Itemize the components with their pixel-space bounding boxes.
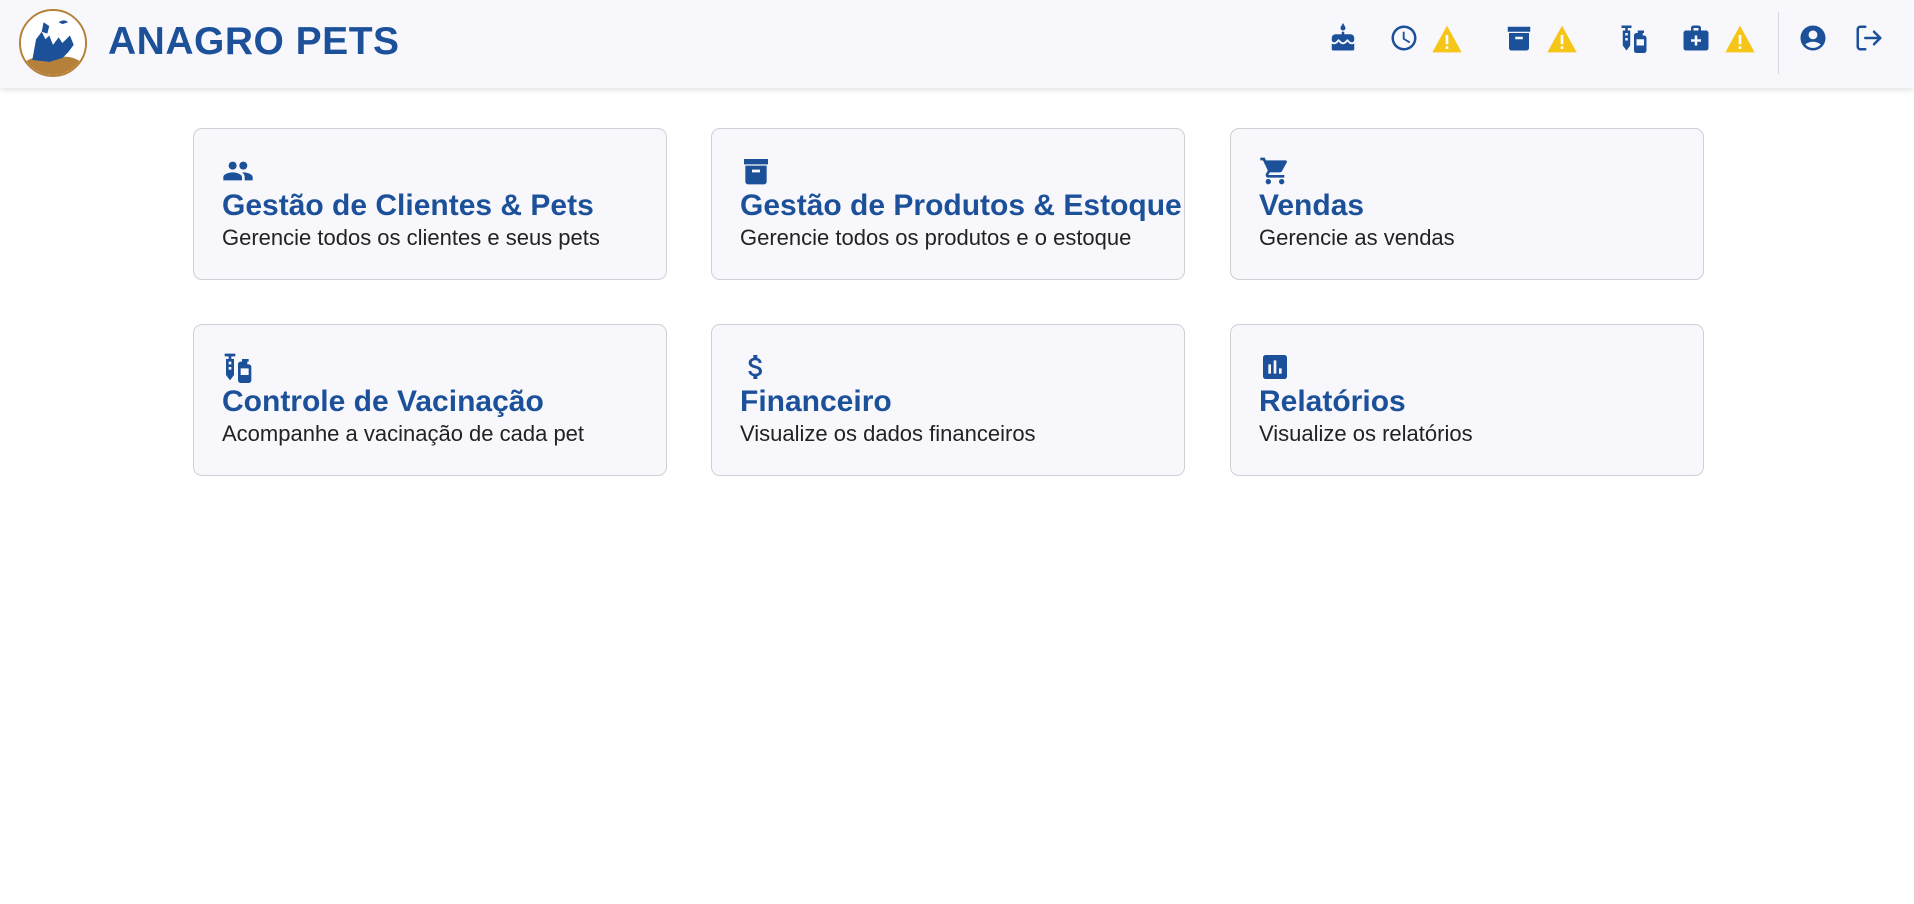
card-title: Gestão de Clientes & Pets — [222, 189, 594, 222]
card-vendas[interactable]: Vendas Gerencie as vendas — [1230, 128, 1704, 280]
medical-warning-icon[interactable] — [1724, 24, 1756, 54]
header-divider — [1778, 12, 1779, 74]
dollar-icon — [740, 351, 772, 383]
card-description: Gerencie todos os clientes e seus pets — [222, 225, 600, 250]
card-produtos-estoque[interactable]: Gestão de Produtos & Estoque Gerencie to… — [711, 128, 1185, 280]
archive-box-icon[interactable] — [1503, 22, 1535, 54]
card-description: Visualize os relatórios — [1259, 421, 1473, 446]
account-circle-icon[interactable] — [1797, 22, 1829, 54]
birthday-cake-icon[interactable] — [1327, 22, 1359, 54]
pets-logo-icon — [21, 11, 85, 75]
card-clientes-pets[interactable]: Gestão de Clientes & Pets Gerencie todos… — [193, 128, 667, 280]
bar-chart-icon — [1259, 351, 1291, 383]
card-title: Relatórios — [1259, 385, 1406, 418]
vaccine-icon[interactable] — [1618, 22, 1650, 54]
shopping-cart-icon — [1259, 155, 1291, 187]
vaccine-icon — [222, 351, 254, 383]
brand-logo[interactable] — [19, 9, 87, 77]
clock-warning-icon[interactable] — [1431, 24, 1463, 54]
card-title: Vendas — [1259, 189, 1365, 222]
brand-title: ANAGRO PETS — [108, 20, 400, 63]
card-relatorios[interactable]: Relatórios Visualize os relatórios — [1230, 324, 1704, 476]
stock-warning-icon[interactable] — [1546, 24, 1578, 54]
card-controle-vacinacao[interactable]: Controle de Vacinação Acompanhe a vacina… — [193, 324, 667, 476]
archive-box-icon — [740, 155, 772, 187]
card-title: Financeiro — [740, 385, 892, 418]
app-header: ANAGRO PETS — [0, 0, 1914, 88]
logout-icon[interactable] — [1853, 22, 1885, 54]
people-icon — [222, 155, 254, 187]
clock-icon[interactable] — [1388, 22, 1420, 54]
card-description: Gerencie as vendas — [1259, 225, 1455, 250]
card-financeiro[interactable]: Financeiro Visualize os dados financeiro… — [711, 324, 1185, 476]
card-description: Gerencie todos os produtos e o estoque — [740, 225, 1132, 250]
card-title: Gestão de Produtos & Estoque — [740, 189, 1182, 222]
card-title: Controle de Vacinação — [222, 385, 544, 418]
card-description: Visualize os dados financeiros — [740, 421, 1036, 446]
medical-kit-icon[interactable] — [1680, 22, 1712, 54]
card-description: Acompanhe a vacinação de cada pet — [222, 421, 585, 446]
